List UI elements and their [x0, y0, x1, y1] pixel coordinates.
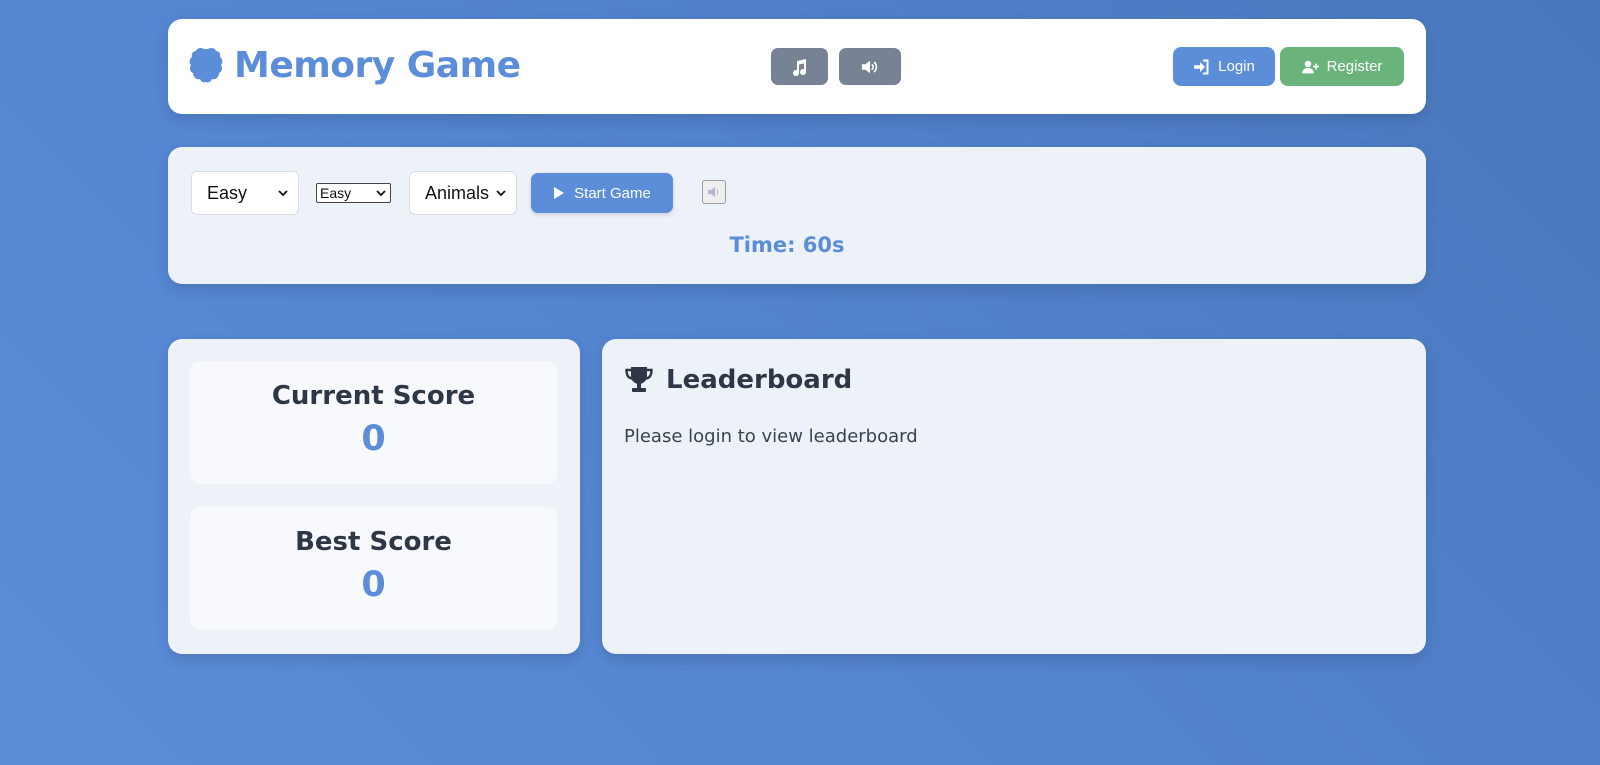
register-label: Register: [1326, 58, 1383, 75]
trophy-icon: [625, 367, 653, 392]
brain-icon: [189, 47, 223, 82]
sign-in-icon: [1194, 59, 1209, 74]
app-title: Memory Game: [234, 45, 521, 86]
start-game-button[interactable]: Start Game: [531, 173, 673, 213]
sound-toggle-button[interactable]: [839, 48, 901, 85]
leaderboard-panel: Leaderboard Please login to view leaderb…: [602, 339, 1426, 654]
leaderboard-heading: Leaderboard: [624, 365, 852, 395]
play-icon: [554, 187, 565, 199]
music-toggle-button[interactable]: [771, 48, 828, 85]
register-button[interactable]: Register: [1280, 47, 1404, 86]
user-plus-icon: [1301, 60, 1319, 73]
login-label: Login: [1218, 58, 1255, 75]
difficulty-secondary-value: Easy: [320, 185, 352, 201]
speaker-icon: [708, 187, 719, 197]
current-score-value: 0: [361, 419, 386, 459]
difficulty-select-secondary[interactable]: Easy: [316, 183, 391, 203]
login-button[interactable]: Login: [1173, 47, 1275, 86]
game-controls: Easy Easy Animals Start Game Time: 60s: [168, 147, 1426, 284]
difficulty-value: Easy: [207, 182, 248, 203]
current-score-card: Current Score 0: [190, 361, 557, 484]
theme-select[interactable]: Animals: [409, 171, 517, 215]
best-score-card: Best Score 0: [190, 507, 557, 630]
music-icon: [792, 58, 806, 76]
mute-button[interactable]: [702, 180, 726, 204]
scores-panel: Current Score 0 Best Score 0: [168, 339, 580, 654]
current-score-label: Current Score: [271, 381, 476, 411]
timer-display: Time: 60s: [729, 233, 845, 257]
chevron-down-icon: [278, 190, 288, 197]
leaderboard-message: Please login to view leaderboard: [624, 426, 918, 447]
logo: Memory Game: [188, 45, 521, 86]
header: Memory Game Login Register: [168, 19, 1426, 114]
chevron-down-icon: [376, 190, 386, 197]
volume-icon: [861, 60, 878, 73]
theme-value: Animals: [425, 182, 490, 203]
start-game-label: Start Game: [574, 184, 651, 202]
difficulty-select[interactable]: Easy: [191, 171, 299, 215]
best-score-label: Best Score: [295, 527, 452, 557]
leaderboard-title: Leaderboard: [666, 365, 853, 395]
chevron-down-icon: [496, 190, 506, 197]
best-score-value: 0: [361, 565, 386, 605]
